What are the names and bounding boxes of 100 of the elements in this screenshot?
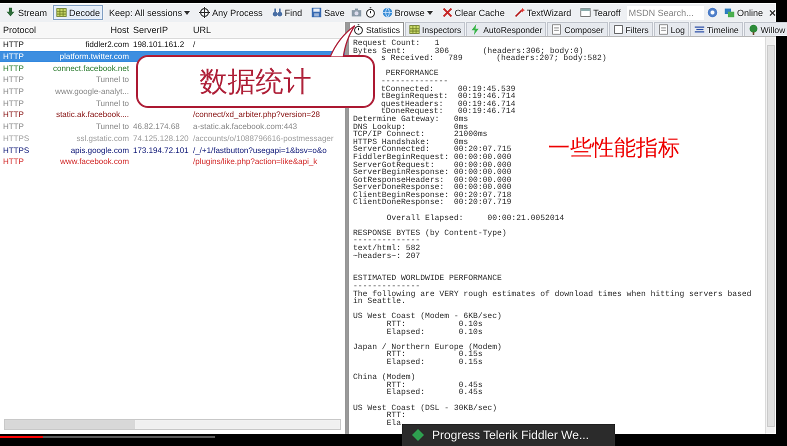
document-icon xyxy=(551,24,562,35)
tab[interactable]: Inspectors xyxy=(405,22,466,36)
toolbar-button[interactable]: Tearoff xyxy=(577,5,624,20)
table-cell: /accounts/o/1088796616-postmessager xyxy=(193,132,334,144)
globe-icon xyxy=(382,7,393,18)
dropdown-button[interactable]: Browse xyxy=(378,5,436,20)
toolbar-button[interactable]: Find xyxy=(268,5,306,20)
tooltip-text: Progress Telerik Fiddler We... xyxy=(432,428,589,442)
statistics-line: s Received: 789 (headers:207; body:582) xyxy=(381,54,607,64)
table-cell-text: HTTP xyxy=(2,98,25,109)
table-cell-text: HTTP xyxy=(2,39,25,50)
table-cell-text: fiddler2.com xyxy=(84,39,129,50)
table-cell: /_/+1/fastbutton?usegapi=1&bsv=o&o xyxy=(193,144,327,156)
statistics-line: RTT: xyxy=(386,411,406,420)
x-mark-icon xyxy=(442,7,453,18)
tree-icon xyxy=(748,24,759,35)
statistics-line: Request Count: 1 xyxy=(353,39,440,48)
column-header[interactable]: Host xyxy=(53,25,129,35)
table-cell-text: HTTP xyxy=(2,51,25,62)
toolbar-button[interactable]: Stream xyxy=(2,5,50,20)
statistics-line: text/html: 582 xyxy=(353,244,420,254)
tab[interactable]: Willow xyxy=(744,22,787,36)
statistics-line: in Seattle. xyxy=(353,297,406,306)
annotation-text: 一些性能指标 xyxy=(548,135,680,163)
table-cell: /plugins/like.php?action=like&api_k xyxy=(193,156,318,168)
tab[interactable]: Timeline xyxy=(690,22,743,36)
table-cell-text: ssl.gstatic.com xyxy=(76,132,129,144)
column-header[interactable]: URL xyxy=(193,25,345,35)
search-field[interactable]: MSDN Search... xyxy=(626,6,704,20)
statistics-line: FiddlerBeginRequest: 00:00:00.000 xyxy=(353,152,512,162)
stopwatch-icon[interactable] xyxy=(364,7,376,18)
table-cell-text: HTTP xyxy=(2,86,25,98)
tab[interactable]: Filters xyxy=(608,22,653,36)
caret-icon xyxy=(426,10,433,14)
statistics-line: tDoneRequest: 00:19:46.714 xyxy=(381,107,516,116)
column-header[interactable]: Protocol xyxy=(0,25,53,35)
statistics-line: Elapsed: 0.15s xyxy=(386,358,483,367)
statistics-line: Elapsed: 0.45s xyxy=(386,388,483,398)
table-cell-text: HTTP xyxy=(2,74,25,86)
help-icon[interactable] xyxy=(706,7,718,18)
statistics-line: Elapsed: 0.10s xyxy=(386,328,483,337)
tab[interactable]: AutoResponder xyxy=(466,22,546,36)
column-header[interactable]: ServerIP xyxy=(129,25,193,35)
toolbar-button[interactable]: Decode xyxy=(53,5,104,20)
dropdown-button[interactable]: Keep: All sessions xyxy=(106,6,194,20)
tab[interactable]: Composer xyxy=(547,22,608,36)
bars-icon xyxy=(694,24,705,35)
toolbar-button[interactable]: Online xyxy=(720,5,766,20)
statistics-line: ESTIMATED WORLDWIDE PERFORMANCE xyxy=(353,274,502,284)
statistics-line: Japan / Northern Europe (Modem) xyxy=(353,342,502,352)
horizontal-scrollbar[interactable] xyxy=(4,419,341,430)
network-icon xyxy=(724,7,735,18)
statistics-line: GotResponseHeaders: 00:00:00.000 xyxy=(353,176,512,185)
toolbar-button[interactable]: TextWizard xyxy=(510,5,574,20)
table-cell: /connect/xd_arbiter.php?version=28 xyxy=(193,109,320,120)
statistics-line: -------------- xyxy=(353,236,420,246)
statistics-line: ClientBeginResponse: 00:20:07.718 xyxy=(353,190,512,200)
table-cell-text: Tunnel to xyxy=(94,121,129,132)
table-cell: 74.125.128.120 xyxy=(133,132,189,144)
table-cell-text: www.facebook.com xyxy=(59,156,129,168)
toolbar-button[interactable]: Save xyxy=(308,5,348,20)
statistics-line: Ela xyxy=(386,418,402,428)
grid-icon xyxy=(409,24,420,35)
statistics-line: RESPONSE BYTES (by Content-Type) xyxy=(353,228,507,238)
stopwatch-icon xyxy=(353,24,364,35)
statistics-line: ServerConnected: 00:20:07.715 xyxy=(353,145,512,154)
table-cell-text: apis.google.com xyxy=(70,144,129,156)
checkbox-icon xyxy=(612,24,624,35)
statistics-line: US West Coast (DSL - 30KB/sec) xyxy=(353,404,498,412)
statistics-line: ~headers~: 207 xyxy=(353,252,420,261)
tab[interactable]: Log xyxy=(654,22,689,36)
statistics-line: -------------- xyxy=(353,282,420,291)
table-cell-text: platform.twitter.com xyxy=(58,51,129,62)
document-icon xyxy=(658,24,669,35)
table-cell: / xyxy=(193,39,196,50)
table-cell-text: HTTP xyxy=(2,109,25,120)
caret-icon xyxy=(184,10,190,14)
table-cell-text: HTTPS xyxy=(2,144,30,156)
statistics-line: China (Modem) xyxy=(353,373,416,382)
toolbar-button[interactable]: Any Process xyxy=(196,5,266,20)
binoculars-icon xyxy=(272,7,283,18)
tab[interactable]: Statistics xyxy=(349,22,404,36)
statistics-line: tBeginRequest: 00:19:46.714 xyxy=(381,92,516,102)
statistics-line: RTT: 0.15s xyxy=(386,350,483,360)
table-cell: 173.194.72.101 xyxy=(133,144,189,156)
table-cell: a-static.ak.facebook.com:443 xyxy=(193,121,298,132)
statistics-line: questHeaders: 00:19:46.714 xyxy=(381,100,516,109)
table-cell-text: HTTP xyxy=(2,156,25,168)
statistics-line: RTT: 0.10s xyxy=(386,320,483,329)
grid-icon xyxy=(56,7,68,18)
callout-text: 数据统计 xyxy=(200,64,312,100)
table-cell: 198.101.161.2 xyxy=(133,39,184,50)
diamond-icon xyxy=(412,429,424,441)
vertical-scrollbar[interactable] xyxy=(765,37,776,434)
statistics-line: ClientDoneResponse: 00:20:07.719 xyxy=(353,198,512,208)
close-button[interactable]: × xyxy=(768,6,776,20)
table-cell-text: HTTPS xyxy=(2,132,30,144)
statistics-line: US West Coast (Modem - 6KB/sec) xyxy=(353,312,502,322)
toolbar-button[interactable]: Clear Cache xyxy=(438,5,508,20)
statistics-line: The following are VERY rough estimates of download times when hitting servers based xyxy=(353,290,752,299)
